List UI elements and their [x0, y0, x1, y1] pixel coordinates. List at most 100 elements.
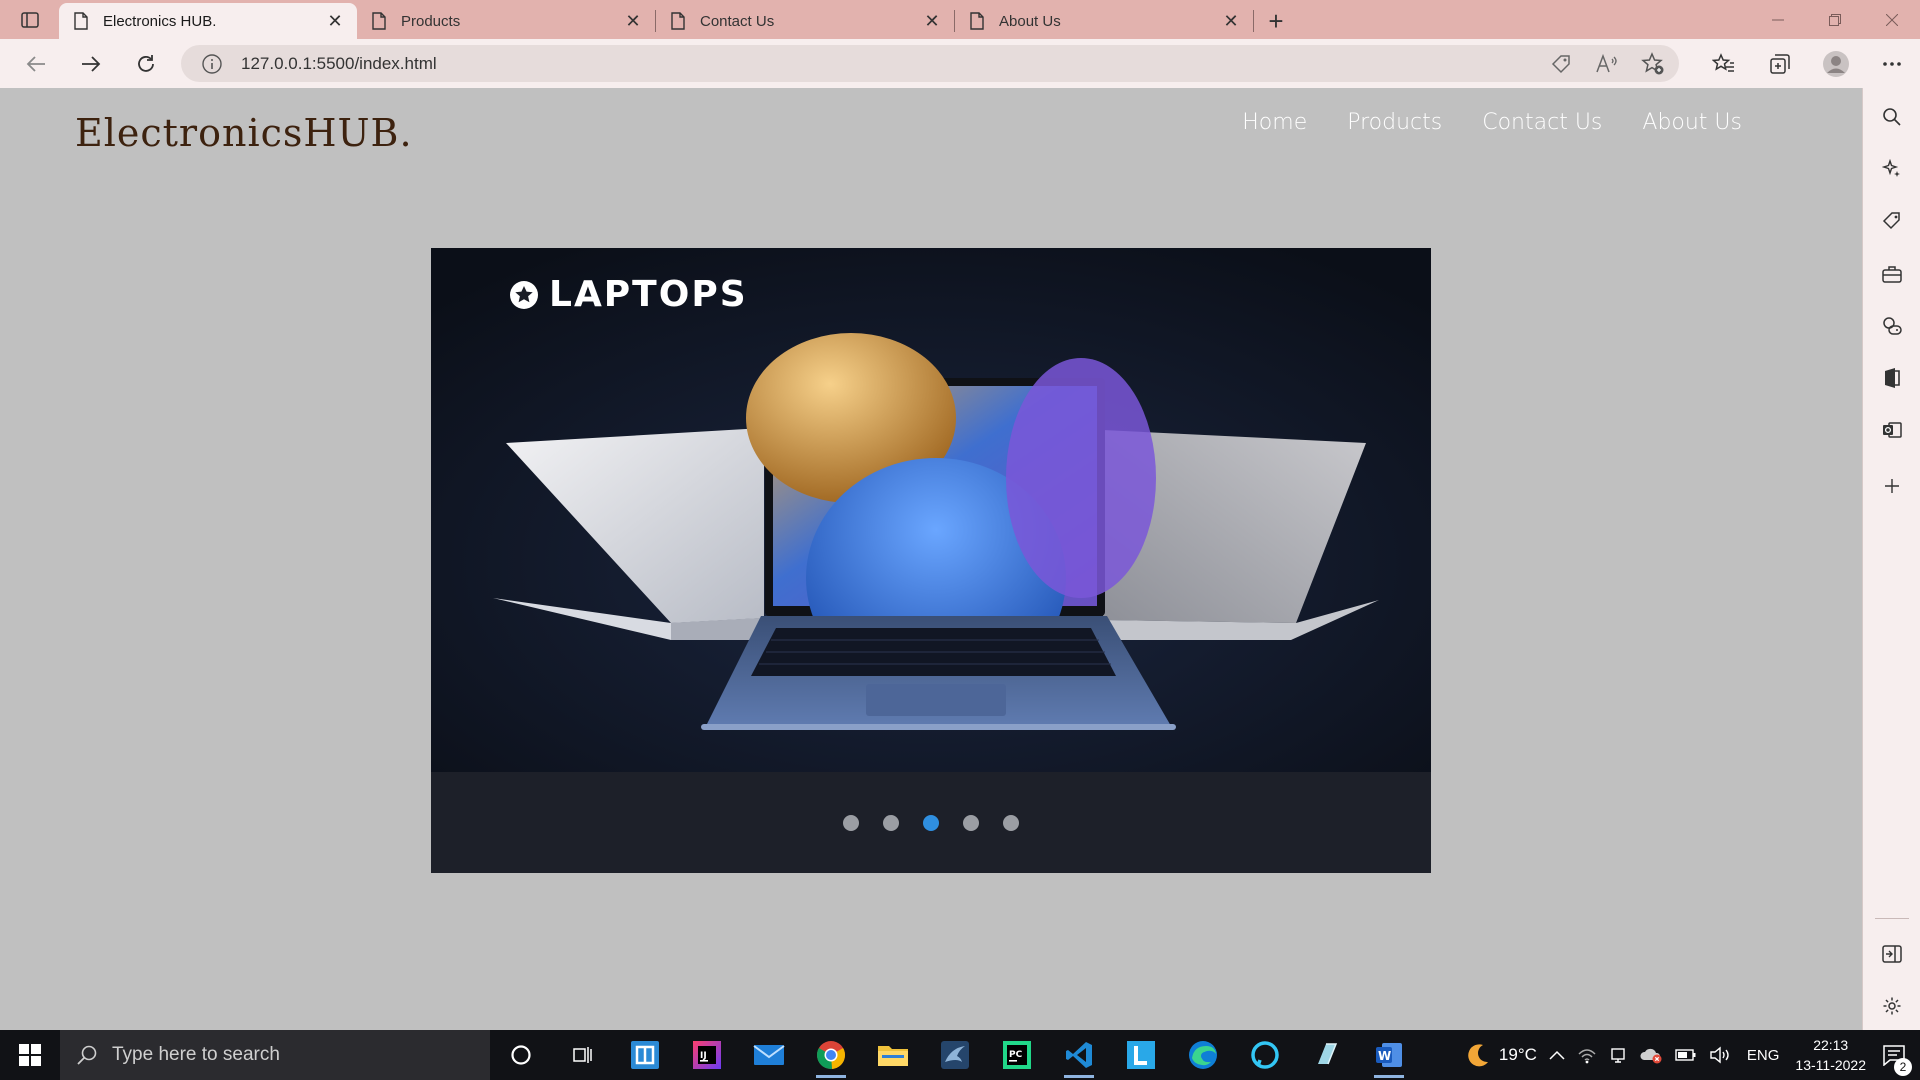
sidebar-settings-button[interactable]: [1863, 986, 1920, 1026]
new-tab-button[interactable]: +: [1254, 3, 1298, 39]
carousel-dot-2[interactable]: [883, 814, 899, 831]
taskbar-search-box[interactable]: Type here to search: [60, 1030, 490, 1080]
cortana-button[interactable]: [490, 1030, 552, 1080]
svg-text:IJ: IJ: [700, 1051, 707, 1061]
mysql-workbench-button[interactable]: [924, 1030, 986, 1080]
carousel-dot-4[interactable]: [963, 814, 979, 831]
sidebar-discover-button[interactable]: [1863, 149, 1920, 189]
plus-icon: [1885, 479, 1899, 493]
carousel-slide: LAPTOPS: [431, 248, 1431, 772]
tab-title: Products: [401, 12, 461, 30]
close-icon[interactable]: ✕: [325, 11, 345, 31]
favorites-button[interactable]: [1696, 39, 1752, 88]
tag-icon: [1882, 212, 1900, 230]
profile-button[interactable]: [1808, 39, 1864, 88]
url-text[interactable]: 127.0.0.1:5500/index.html: [241, 54, 437, 74]
read-aloud-button[interactable]: [1591, 48, 1623, 80]
file-explorer-button[interactable]: [862, 1030, 924, 1080]
network-button[interactable]: [1571, 1030, 1603, 1080]
volume-button[interactable]: [1703, 1030, 1737, 1080]
tab-electronics-hub[interactable]: Electronics HUB. ✕: [59, 3, 357, 39]
taskbar-app-glass[interactable]: [1296, 1030, 1358, 1080]
tab-contact-us[interactable]: Contact Us ✕: [656, 3, 954, 39]
sidebar-office-button[interactable]: [1863, 358, 1920, 398]
hide-sidebar-icon: [1882, 945, 1902, 963]
chrome-button[interactable]: [800, 1030, 862, 1080]
language-indicator[interactable]: ENG: [1737, 1030, 1790, 1080]
collections-icon: [1770, 53, 1790, 74]
alexa-button[interactable]: [1234, 1030, 1296, 1080]
intellij-idea-button[interactable]: IJ: [676, 1030, 738, 1080]
slide-title-text: LAPTOPS: [549, 274, 748, 315]
carousel-dot-1[interactable]: [843, 814, 859, 831]
page-icon: [74, 12, 88, 30]
mail-button[interactable]: [738, 1030, 800, 1080]
device-button[interactable]: [1603, 1030, 1633, 1080]
add-favorite-button[interactable]: [1637, 48, 1669, 80]
close-icon[interactable]: ✕: [922, 11, 942, 31]
tracking-prevention-button[interactable]: [1545, 48, 1577, 80]
taskbar-app-1[interactable]: [614, 1030, 676, 1080]
task-view-button[interactable]: [552, 1030, 614, 1080]
page-icon: [970, 12, 984, 30]
start-button[interactable]: [0, 1030, 60, 1080]
sidebar-games-button[interactable]: [1863, 306, 1920, 346]
close-window-button[interactable]: [1863, 0, 1920, 39]
site-logo[interactable]: ElectronicsHUB.: [75, 111, 413, 155]
tab-products[interactable]: Products ✕: [357, 3, 655, 39]
info-icon[interactable]: [201, 53, 223, 75]
back-button[interactable]: [8, 39, 63, 88]
intellij-icon: IJ: [693, 1041, 721, 1069]
word-button[interactable]: W: [1358, 1030, 1420, 1080]
pycharm-button[interactable]: PC: [986, 1030, 1048, 1080]
nav-products[interactable]: Products: [1347, 110, 1442, 135]
edge-button[interactable]: [1172, 1030, 1234, 1080]
tab-actions-icon: [20, 11, 39, 28]
weather-widget[interactable]: 19°C: [1459, 1030, 1543, 1080]
nav-contact-us[interactable]: Contact Us: [1482, 110, 1602, 135]
sidebar-hide-button[interactable]: [1863, 934, 1920, 974]
collections-button[interactable]: [1752, 39, 1808, 88]
search-icon: [1883, 108, 1901, 126]
clock[interactable]: 22:13 13-11-2022: [1789, 1030, 1872, 1080]
star-add-icon: [1641, 51, 1664, 74]
address-bar-actions: [1545, 45, 1669, 82]
settings-more-button[interactable]: [1864, 39, 1920, 88]
tag-icon: [1551, 54, 1570, 73]
sidebar-search-button[interactable]: [1863, 97, 1920, 137]
tab-title: Electronics HUB.: [103, 12, 217, 30]
nav-home[interactable]: Home: [1242, 110, 1307, 135]
moon-icon: [1468, 1044, 1488, 1067]
toolbar: 127.0.0.1:5500/index.html: [0, 39, 1920, 88]
address-bar[interactable]: 127.0.0.1:5500/index.html: [181, 45, 1679, 82]
chevron-up-icon: [1549, 1050, 1565, 1060]
close-icon[interactable]: ✕: [1221, 11, 1241, 31]
carousel-dot-3[interactable]: [923, 814, 939, 831]
refresh-button[interactable]: [118, 39, 173, 88]
sidebar-tools-button[interactable]: [1863, 254, 1920, 294]
alexa-icon: [1251, 1041, 1279, 1069]
image-carousel[interactable]: LAPTOPS: [431, 248, 1431, 873]
tab-about-us[interactable]: About Us ✕: [955, 3, 1253, 39]
onedrive-button[interactable]: [1633, 1030, 1669, 1080]
forward-button[interactable]: [63, 39, 118, 88]
sidebar-add-button[interactable]: [1863, 466, 1920, 506]
taskbar-app-l[interactable]: [1110, 1030, 1172, 1080]
sidebar-outlook-button[interactable]: [1863, 410, 1920, 450]
nav-about-us[interactable]: About Us: [1642, 110, 1742, 135]
vscode-button[interactable]: [1048, 1030, 1110, 1080]
notification-count: 2: [1894, 1058, 1912, 1076]
tab-actions-button[interactable]: [0, 0, 59, 39]
glass-app-icon: [1318, 1043, 1338, 1065]
sidebar-shopping-button[interactable]: [1863, 201, 1920, 241]
carousel-dot-5[interactable]: [1003, 814, 1019, 831]
close-icon[interactable]: ✕: [623, 11, 643, 31]
show-hidden-icons-button[interactable]: [1543, 1030, 1571, 1080]
arrow-right-icon: [81, 55, 100, 72]
page-icon: [671, 12, 685, 30]
action-center-button[interactable]: 2: [1872, 1030, 1920, 1080]
svg-text:PC: PC: [1009, 1050, 1023, 1060]
restore-button[interactable]: [1806, 0, 1863, 39]
battery-button[interactable]: [1669, 1030, 1703, 1080]
minimize-button[interactable]: [1749, 0, 1806, 39]
